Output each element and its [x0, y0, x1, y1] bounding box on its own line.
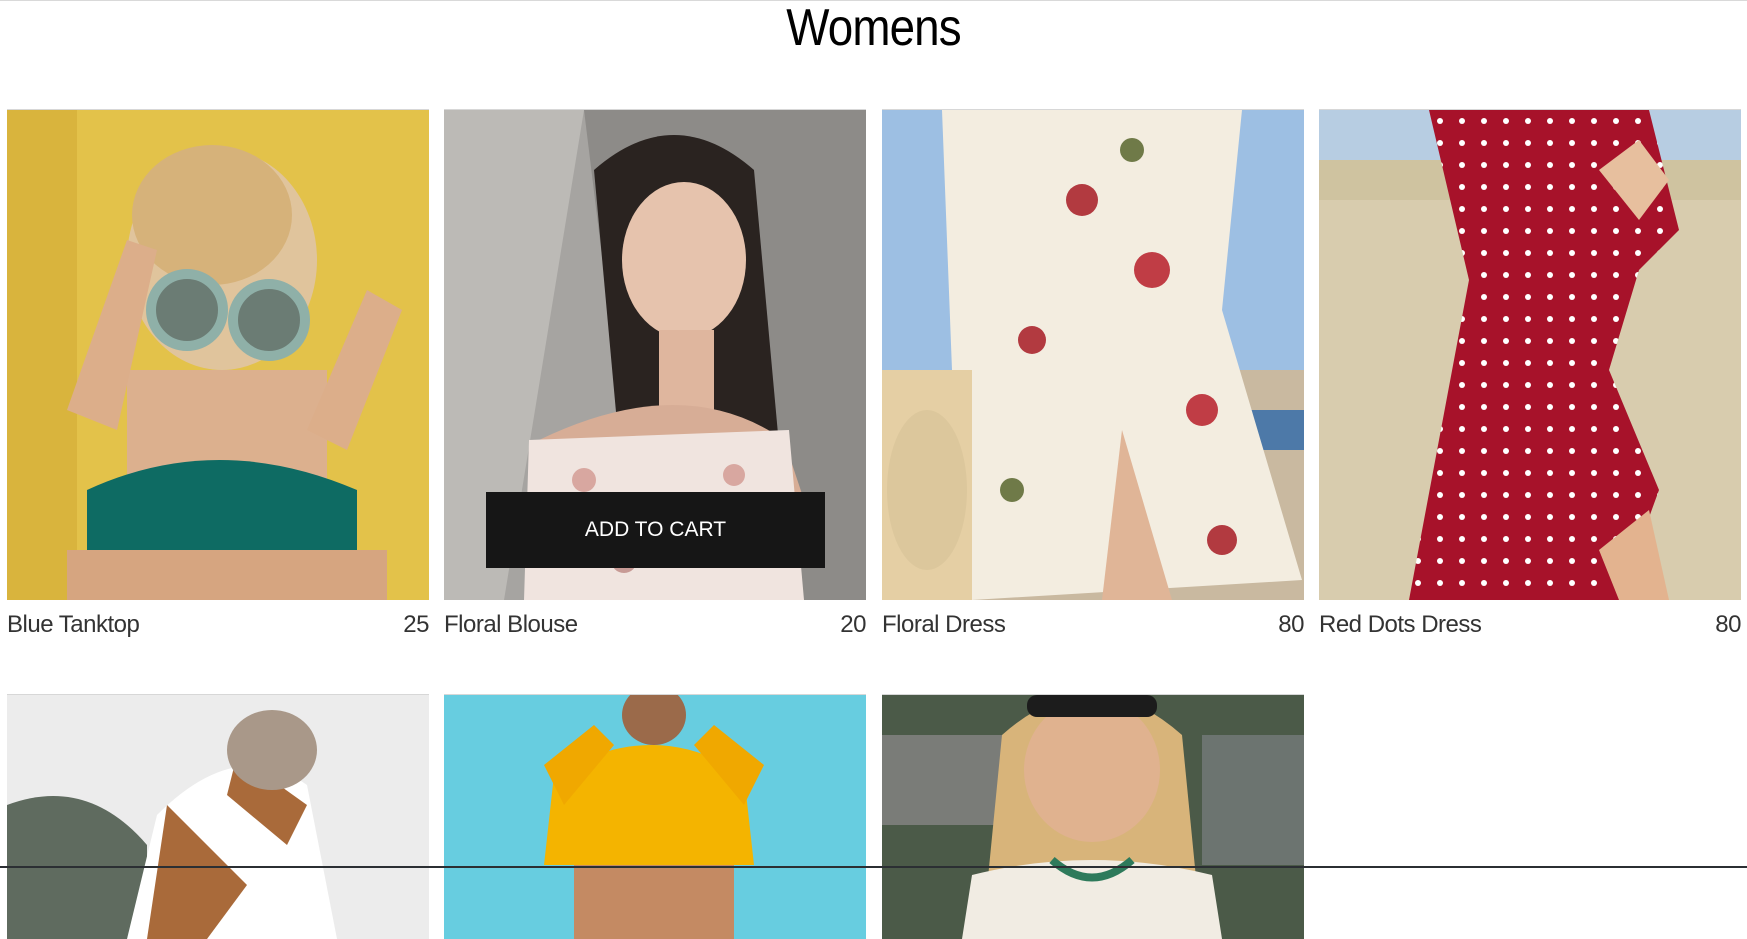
product-name[interactable]: Floral Blouse	[444, 611, 578, 639]
woman-blue-tanktop-photo	[7, 110, 429, 600]
page-title: Womens	[786, 0, 961, 57]
product-card[interactable]	[444, 694, 866, 939]
product-name[interactable]: Blue Tanktop	[7, 611, 140, 639]
product-image[interactable]	[444, 694, 866, 939]
product-price: 80	[1278, 611, 1304, 638]
product-card[interactable]	[7, 694, 429, 939]
woman-striped-sweater-photo	[7, 695, 429, 939]
product-name[interactable]: Floral Dress	[882, 611, 1006, 639]
woman-red-dots-dress-photo	[1319, 110, 1741, 600]
product-card-floral-dress[interactable]: Floral Dress 80	[882, 109, 1304, 640]
woman-floral-dress-photo	[882, 110, 1304, 600]
product-card-floral-blouse[interactable]: ADD TO CART Floral Blouse 20	[444, 109, 866, 640]
product-image[interactable]	[1319, 109, 1741, 600]
product-card[interactable]	[882, 694, 1304, 939]
product-price: 20	[840, 611, 866, 638]
product-image[interactable]	[7, 694, 429, 939]
product-card-blue-tanktop[interactable]: Blue Tanktop 25	[7, 109, 429, 640]
product-image[interactable]	[882, 694, 1304, 939]
product-image[interactable]: ADD TO CART	[444, 109, 866, 600]
woman-yellow-hoodie-photo	[444, 695, 866, 939]
product-image[interactable]	[7, 109, 429, 600]
product-price: 80	[1715, 611, 1741, 638]
add-to-cart-button[interactable]: ADD TO CART	[486, 492, 825, 568]
product-image[interactable]	[882, 109, 1304, 600]
product-name[interactable]: Red Dots Dress	[1319, 611, 1482, 639]
woman-braids-sunglasses-photo	[882, 695, 1304, 939]
product-card-red-dots-dress[interactable]: Red Dots Dress 80	[1319, 109, 1741, 640]
product-price: 25	[403, 611, 429, 638]
